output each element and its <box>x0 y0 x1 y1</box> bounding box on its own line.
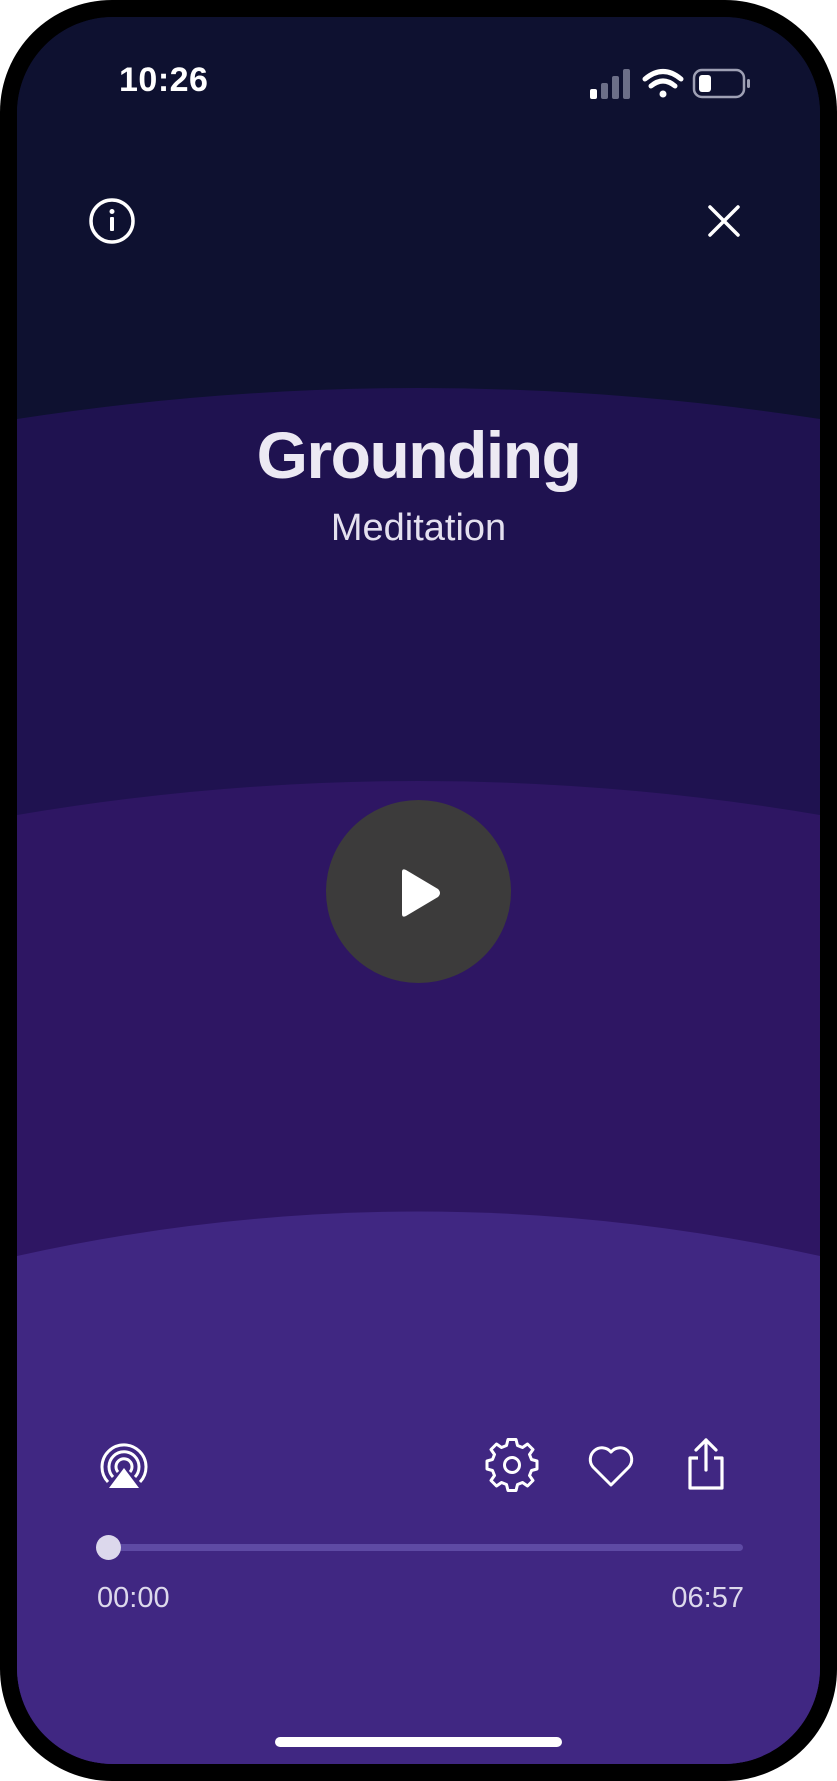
share-button[interactable] <box>684 1436 728 1492</box>
status-time: 10:26 <box>119 61 209 99</box>
close-icon <box>708 205 740 237</box>
total-duration: 06:57 <box>671 1582 744 1614</box>
airplay-icon <box>100 1443 148 1488</box>
settings-button[interactable] <box>485 1438 539 1492</box>
progress-thumb[interactable] <box>96 1535 121 1560</box>
close-button[interactable] <box>702 199 746 243</box>
info-icon <box>89 198 135 244</box>
play-button[interactable] <box>326 800 511 983</box>
wifi-icon <box>642 69 684 98</box>
phone-frame: 10:26 Grounding Meditation 00:00 06:57 <box>0 0 837 1781</box>
favorite-button[interactable] <box>584 1438 638 1492</box>
gear-icon <box>485 1438 539 1492</box>
status-icons <box>590 68 750 99</box>
share-icon <box>688 1438 724 1490</box>
player-screen: 10:26 Grounding Meditation 00:00 06:57 <box>17 17 820 1764</box>
session-subtitle: Meditation <box>330 507 507 549</box>
info-button[interactable] <box>85 194 139 248</box>
battery-icon <box>692 68 750 99</box>
session-title: Grounding <box>256 418 582 492</box>
cellular-signal-icon <box>590 69 630 99</box>
elapsed-time: 00:00 <box>97 1582 170 1614</box>
progress-track[interactable] <box>102 1544 743 1551</box>
play-icon <box>402 869 440 917</box>
home-indicator[interactable] <box>275 1737 562 1747</box>
airplay-button[interactable] <box>96 1438 152 1494</box>
heart-icon <box>588 1446 634 1487</box>
